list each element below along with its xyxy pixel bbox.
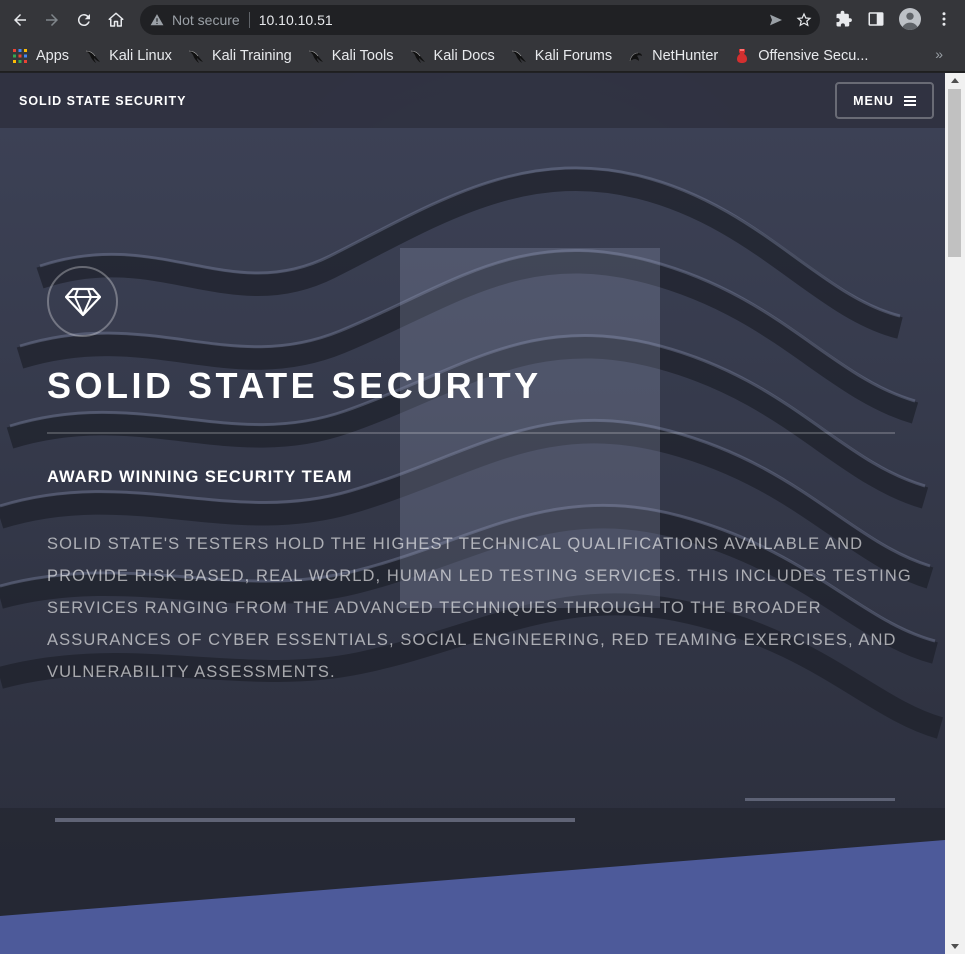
hamburger-icon: [903, 95, 916, 106]
address-bar[interactable]: Not secure 10.10.10.51: [140, 5, 820, 35]
bookmark-label: Kali Tools: [331, 47, 394, 64]
bookmark-label: Kali Forums: [534, 47, 613, 64]
offsec-icon: [737, 48, 748, 63]
home-button[interactable]: [100, 4, 132, 36]
bookmark-label: NetHunter: [652, 47, 719, 64]
bookmark-kali-docs[interactable]: Kali Docs: [410, 48, 495, 64]
kebab-menu-icon[interactable]: [935, 10, 953, 28]
arrow-right-icon: [46, 14, 58, 26]
bookmark-kali-tools[interactable]: Kali Tools: [308, 48, 394, 64]
toolbar-actions: [835, 8, 953, 30]
reload-button[interactable]: [68, 4, 100, 36]
bookmark-kali-linux[interactable]: Kali Linux: [85, 48, 172, 64]
hero-subtitle: AWARD WINNING SECURITY TEAM: [47, 468, 353, 486]
bookmarks-overflow-button[interactable]: »: [935, 46, 943, 62]
send-icon[interactable]: [768, 12, 784, 28]
bookmark-nethunter[interactable]: NetHunter: [628, 48, 718, 64]
site-header: SOLID STATE SECURITY MENU: [0, 73, 945, 128]
hero-logo: [47, 266, 118, 337]
hero-divider: [47, 432, 895, 434]
kali-dragon-icon: [308, 50, 323, 63]
arrow-left-icon: [14, 14, 26, 26]
bookmark-label: Kali Linux: [109, 47, 172, 64]
diamond-icon: [64, 287, 101, 316]
menu-button[interactable]: MENU: [835, 82, 934, 119]
bookmark-apps[interactable]: Apps: [12, 48, 69, 64]
forward-button[interactable]: [36, 4, 68, 36]
site-brand-link[interactable]: SOLID STATE SECURITY: [19, 94, 186, 108]
bookmark-label: Kali Docs: [433, 47, 495, 64]
side-panel-icon[interactable]: [867, 10, 885, 28]
bookmark-label: Kali Training: [211, 47, 292, 64]
kali-dragon-icon: [511, 50, 526, 63]
bookmark-label: Offensive Secu...: [758, 47, 869, 64]
scroll-down-arrow-icon[interactable]: [951, 944, 959, 949]
apps-grid-icon: [13, 48, 27, 63]
hero-description: SOLID STATE'S TESTERS HOLD THE HIGHEST T…: [47, 535, 912, 681]
kali-dragon-icon: [410, 50, 425, 63]
profile-avatar-icon[interactable]: [899, 8, 921, 30]
nethunter-icon: [629, 52, 643, 61]
section-divider-wave: [0, 840, 945, 954]
not-secure-label[interactable]: Not secure: [172, 12, 240, 28]
bookmark-kali-forums[interactable]: Kali Forums: [511, 48, 612, 64]
url-text[interactable]: 10.10.10.51: [259, 12, 333, 28]
kali-dragon-icon: [86, 50, 101, 63]
warning-triangle-icon: [150, 14, 164, 26]
extensions-puzzle-icon[interactable]: [835, 10, 853, 28]
star-icon[interactable]: [796, 12, 812, 28]
menu-button-label: MENU: [853, 93, 894, 108]
kali-dragon-icon: [188, 50, 203, 63]
hero-title: SOLID STATE SECURITY: [47, 365, 542, 406]
omnibox-actions: [768, 12, 812, 28]
omnibox-separator: [248, 12, 250, 28]
page-scrollbar[interactable]: [945, 73, 965, 954]
bookmark-offensive-security[interactable]: Offensive Secu...: [734, 48, 868, 64]
bookmarks-bar: Apps Kali Linux Kali Training Kali Tools…: [0, 40, 965, 72]
scroll-up-arrow-icon[interactable]: [951, 78, 959, 83]
scrollbar-thumb[interactable]: [948, 89, 961, 257]
back-button[interactable]: [4, 4, 36, 36]
bookmark-kali-training[interactable]: Kali Training: [188, 48, 292, 64]
reload-icon: [77, 14, 90, 27]
page-viewport: SOLID STATE SECURITY MENU SOLID STATE SE…: [0, 73, 945, 954]
browser-toolbar: Not secure 10.10.10.51: [0, 0, 965, 40]
home-icon: [108, 12, 124, 27]
bookmark-label: Apps: [36, 47, 70, 64]
